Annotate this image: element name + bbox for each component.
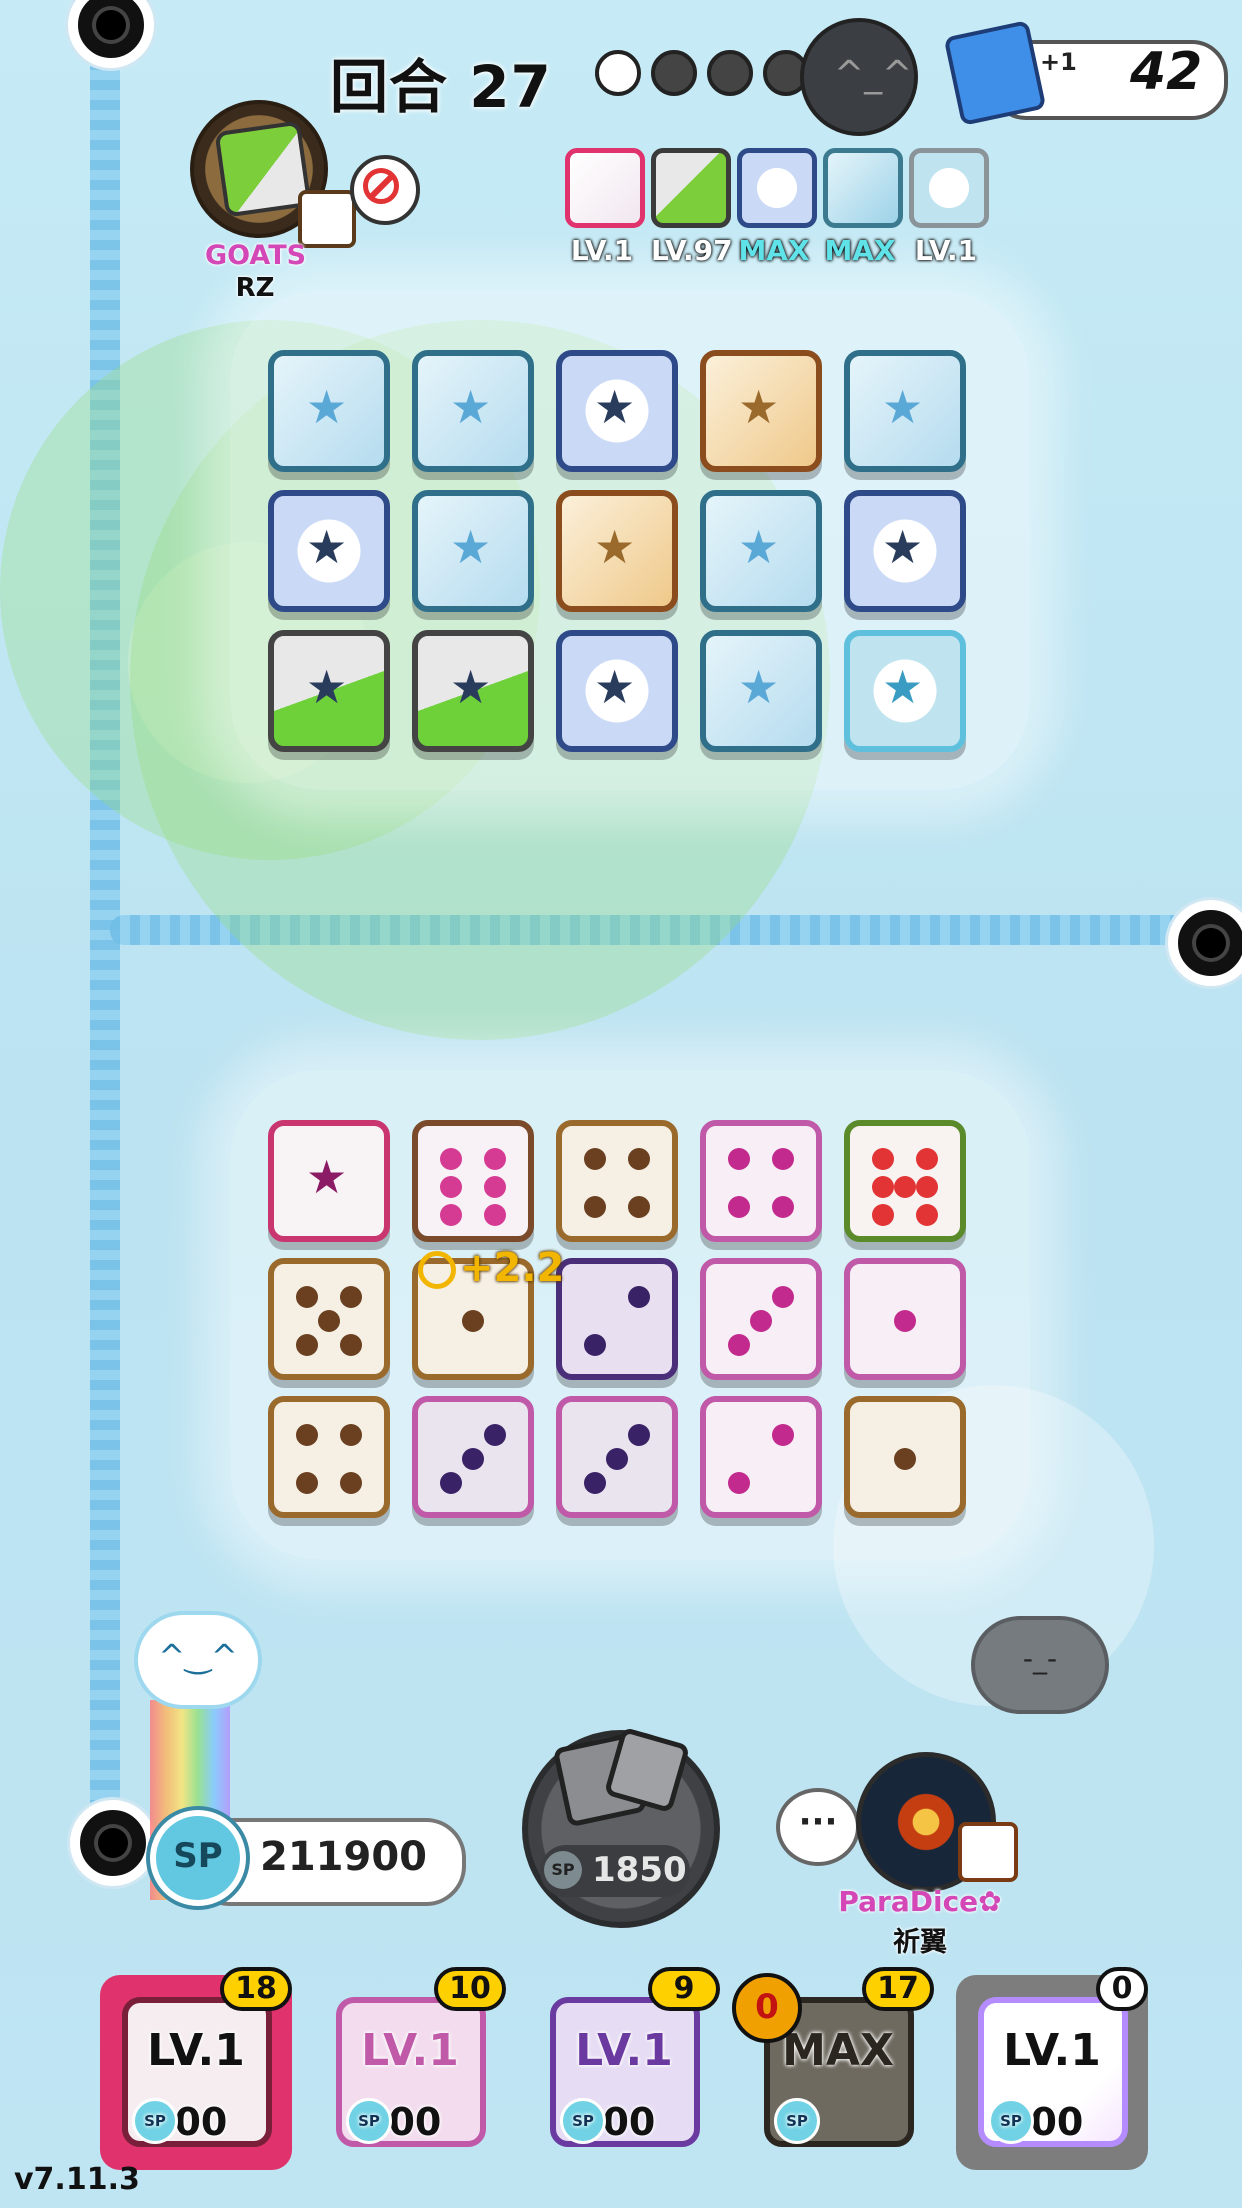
loadout-level: LV.97 <box>651 234 733 267</box>
upgrade-cost: SP 100 <box>132 2098 227 2144</box>
board-die[interactable] <box>700 1258 822 1380</box>
loadout-level: LV.1 <box>914 234 978 267</box>
board-die[interactable] <box>268 1396 390 1518</box>
emote-button[interactable]: ··· <box>776 1788 860 1866</box>
board-die[interactable] <box>556 1396 678 1518</box>
board-die[interactable] <box>412 1396 534 1518</box>
board-die[interactable] <box>844 1396 966 1518</box>
board-die[interactable] <box>700 1396 822 1518</box>
loadout-item: LV.1 <box>565 148 645 267</box>
upgrade-cost: SP 100 <box>988 2098 1083 2144</box>
sp-icon: SP <box>132 2098 178 2144</box>
opponent-die: ★ <box>268 490 390 612</box>
dice-count-badge: 9 <box>648 1967 720 2011</box>
loadout-die-icon <box>737 148 817 228</box>
player-die-icon <box>958 1822 1018 1882</box>
board-die[interactable] <box>556 1120 678 1242</box>
upgrade-cost: SP 100 <box>346 2098 441 2144</box>
opponent-tag: RZ <box>235 273 275 303</box>
board-die[interactable] <box>268 1258 390 1380</box>
loadout-item: MAX <box>823 148 903 267</box>
deck-slot-5[interactable]: LV.1 SP 100 0 <box>956 1967 1148 2170</box>
opponent-loadout: LV.1 LV.97 MAX MAX LV.1 <box>565 148 989 267</box>
player-tag: 祈翼 <box>893 1927 947 1958</box>
loadout-item: LV.1 <box>909 148 989 267</box>
card-count: 42 <box>1130 42 1203 102</box>
board-die[interactable] <box>844 1258 966 1380</box>
wave-indicator <box>595 50 809 96</box>
summon-cost: SP 1850 <box>540 1845 690 1897</box>
sp-icon: SP <box>774 2098 820 2144</box>
clock-icon <box>418 1251 456 1289</box>
loadout-item: LV.97 <box>651 148 733 267</box>
upgrade-level: LV.1 <box>147 2025 245 2076</box>
buff-count-badge: 0 <box>732 1973 802 2043</box>
upgrade-level: LV.1 <box>1003 2025 1101 2076</box>
board-die[interactable]: ★ <box>268 1120 390 1242</box>
deck-slot-4[interactable]: MAX SP0 17 0 <box>732 1967 934 2170</box>
dice-count-badge: 18 <box>220 1967 292 2011</box>
happy-cloud-icon: ^‿^ <box>138 1615 258 1705</box>
opponent-die: ★ <box>268 350 390 472</box>
opponent-die: ★ <box>412 630 534 752</box>
dice-count-badge: 17 <box>862 1967 934 2011</box>
cards-icon <box>943 20 1047 126</box>
loadout-level: MAX <box>738 234 810 267</box>
opponent-die: ★ <box>412 490 534 612</box>
upgrade-cost: SP 100 <box>560 2098 655 2144</box>
player-name: ParaDice✿ <box>838 1885 1002 1918</box>
sp-icon: SP <box>988 2098 1034 2144</box>
boss-emote-icon: ^_^ <box>800 18 918 136</box>
board-die[interactable] <box>844 1120 966 1242</box>
loadout-level: MAX <box>824 234 896 267</box>
board-die[interactable] <box>412 1120 534 1242</box>
opponent-name: GOATS <box>205 240 307 271</box>
opponent-die: ★ <box>700 350 822 472</box>
sp-icon: SP <box>346 2098 392 2144</box>
mute-emote-button[interactable] <box>350 155 420 225</box>
board-die[interactable] <box>556 1258 678 1380</box>
dice-count-badge: 10 <box>434 1967 506 2011</box>
loadout-die-icon <box>823 148 903 228</box>
board-die[interactable] <box>700 1120 822 1242</box>
opponent-die: ★ <box>844 630 966 752</box>
upgrade-level: LV.1 <box>575 2025 673 2076</box>
timer-buff: +2.2 <box>418 1245 564 1291</box>
sp-icon: SP <box>150 1810 246 1906</box>
deck-slot-2[interactable]: LV.1 SP 100 10 <box>314 1967 506 2170</box>
opponent-die: ★ <box>268 630 390 752</box>
opponent-die: ★ <box>700 630 822 752</box>
sad-cloud-icon: -_- <box>975 1620 1105 1710</box>
card-bonus: +1 <box>1040 48 1077 76</box>
wave-dot <box>595 50 641 96</box>
sp-icon: SP <box>560 2098 606 2144</box>
upgrade-level: LV.1 <box>361 2025 459 2076</box>
opponent-die: ★ <box>556 490 678 612</box>
deck-slot-3[interactable]: LV.1 SP 100 9 <box>528 1967 720 2170</box>
opponent-die: ★ <box>844 350 966 472</box>
loadout-die-icon <box>909 148 989 228</box>
version-label: v7.11.3 <box>14 2162 140 2197</box>
summon-cost-value: 1850 <box>592 1850 687 1890</box>
loadout-level: LV.1 <box>570 234 634 267</box>
sp-icon: SP <box>544 1851 582 1889</box>
loadout-item: MAX <box>737 148 817 267</box>
portal-bottom-left <box>70 1800 156 1886</box>
opponent-die: ★ <box>556 630 678 752</box>
upgrade-cost: SP0 <box>774 2098 820 2144</box>
wave-dot <box>651 50 697 96</box>
wave-dot <box>707 50 753 96</box>
dice-count-badge: 0 <box>1096 1967 1148 2011</box>
loadout-die-icon <box>651 148 731 228</box>
round-counter: 回合 27 <box>330 53 552 121</box>
opponent-die: ★ <box>412 350 534 472</box>
opponent-die: ★ <box>844 490 966 612</box>
buff-value: +2.2 <box>460 1245 565 1291</box>
opponent-die: ★ <box>700 490 822 612</box>
loadout-die-icon <box>565 148 645 228</box>
opponent-die-icon <box>298 190 356 248</box>
opponent-die: ★ <box>556 350 678 472</box>
deck-slot-1[interactable]: LV.1 SP 100 18 <box>100 1967 292 2170</box>
sp-value: 211900 <box>260 1834 427 1880</box>
